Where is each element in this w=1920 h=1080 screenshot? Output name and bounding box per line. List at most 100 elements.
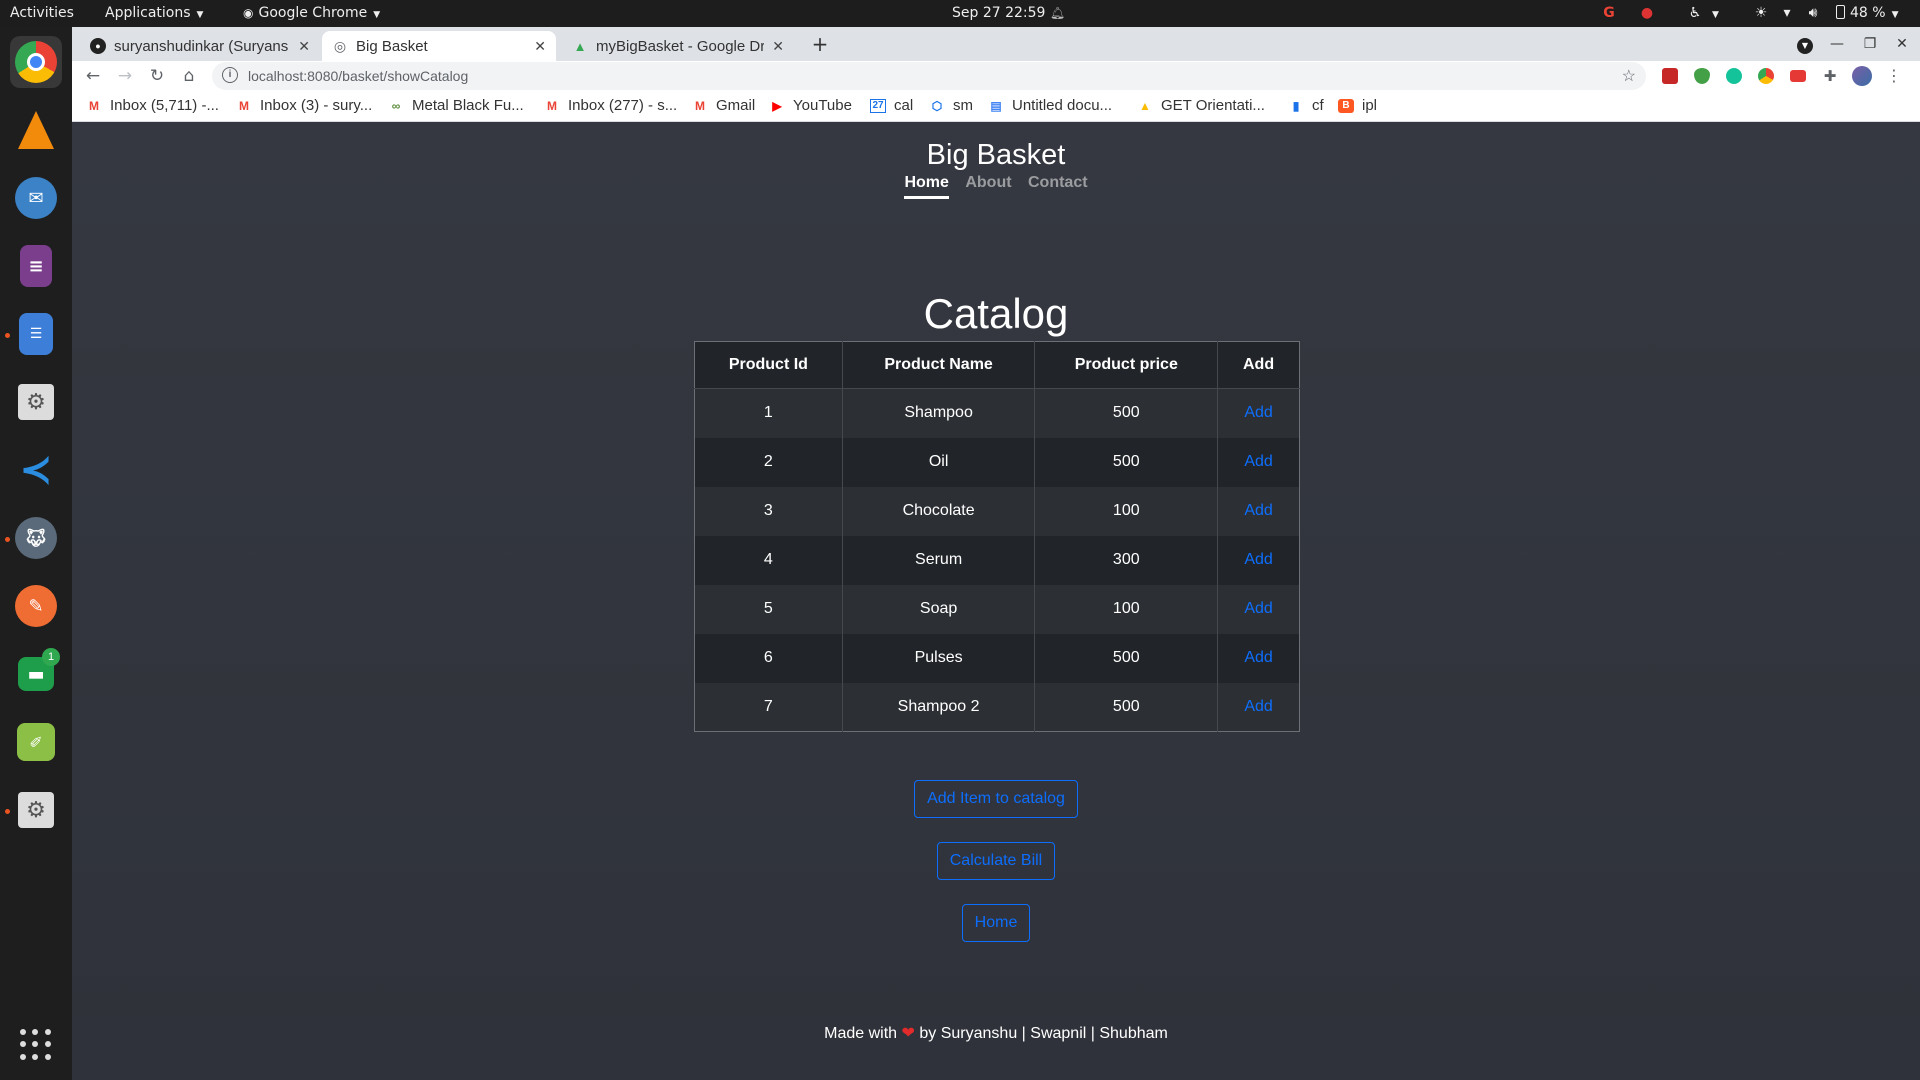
address-bar[interactable]: i localhost:8080/basket/showCatalog ☆ bbox=[212, 62, 1646, 90]
tray-google-icon[interactable]: G bbox=[1598, 0, 1620, 27]
bookmark-item[interactable]: ▮ cf bbox=[1288, 97, 1324, 114]
dock-thunderbird[interactable]: ✉ bbox=[10, 172, 62, 224]
grammarly-icon[interactable] bbox=[1726, 68, 1742, 84]
calculate-bill-button[interactable]: Calculate Bill bbox=[937, 842, 1055, 880]
bookmark-label: Untitled docu... bbox=[1012, 97, 1113, 114]
add-to-bill-link[interactable]: Add bbox=[1244, 649, 1272, 666]
dock-settings-2[interactable]: ⚙ bbox=[10, 784, 62, 836]
drive-icon: ▲ bbox=[573, 38, 587, 54]
new-tab-button[interactable]: + bbox=[807, 31, 833, 57]
battery-icon bbox=[1836, 5, 1845, 19]
bookmark-item[interactable]: M Inbox (277) - s... bbox=[544, 97, 677, 114]
extensions-puzzle-icon[interactable]: ✚ bbox=[1822, 68, 1838, 84]
close-icon[interactable]: ✕ bbox=[534, 38, 546, 55]
add-to-bill-link[interactable]: Add bbox=[1244, 502, 1272, 519]
profile-avatar[interactable] bbox=[1852, 66, 1872, 86]
table-row: 6 Pulses 500 Add bbox=[694, 633, 1300, 683]
tab-search-button[interactable]: ▼ bbox=[1792, 31, 1818, 57]
chrome-menu-icon[interactable]: ⋮ bbox=[1886, 68, 1902, 84]
reload-button[interactable]: ↻ bbox=[144, 63, 170, 89]
back-button[interactable]: ← bbox=[80, 63, 106, 89]
tab-google-drive[interactable]: ▲ myBigBasket - Google Dri ✕ bbox=[562, 31, 794, 61]
postman-icon: ✎ bbox=[15, 585, 57, 627]
extension-shield-icon[interactable] bbox=[1694, 68, 1710, 84]
bookmark-item[interactable]: M Gmail bbox=[692, 97, 755, 114]
nav-home[interactable]: Home bbox=[904, 174, 949, 199]
tray-app-icon[interactable]: ● bbox=[1636, 0, 1658, 27]
tab-big-basket[interactable]: ◎ Big Basket ✕ bbox=[322, 31, 556, 61]
gmail-icon: M bbox=[547, 98, 557, 113]
product-id: 5 bbox=[694, 584, 843, 634]
chrome-window: ● suryanshudinkar (Suryans ✕ ◎ Big Baske… bbox=[72, 27, 1920, 1080]
add-to-bill-link[interactable]: Add bbox=[1244, 453, 1272, 470]
extension-red-icon[interactable] bbox=[1662, 68, 1678, 84]
show-applications-button[interactable] bbox=[20, 1029, 52, 1061]
clock[interactable]: Sep 27 22:59 🔔︎ bbox=[952, 0, 1065, 27]
gmail-icon: M bbox=[239, 98, 249, 113]
dock-chrome[interactable] bbox=[10, 36, 62, 88]
nav-about[interactable]: About bbox=[965, 174, 1011, 196]
applications-menu[interactable]: Applications ▼ bbox=[105, 0, 203, 27]
add-to-bill-link[interactable]: Add bbox=[1244, 698, 1272, 715]
forward-button[interactable]: → bbox=[112, 63, 138, 89]
volume-icon[interactable]: 🔊︎ bbox=[1802, 0, 1824, 27]
dock-text-editor[interactable]: ≡ bbox=[10, 240, 62, 292]
activities-button[interactable]: Activities bbox=[10, 0, 74, 27]
home-button[interactable]: Home bbox=[962, 904, 1030, 942]
youtube-extension-icon[interactable] bbox=[1790, 70, 1806, 82]
close-icon[interactable]: ✕ bbox=[772, 38, 784, 55]
bookmark-label: Inbox (277) - s... bbox=[568, 97, 678, 114]
dock-gimp[interactable]: 🐺︎ bbox=[10, 512, 62, 564]
battery-indicator[interactable]: 48 % ▼ bbox=[1836, 0, 1899, 27]
nav-contact[interactable]: Contact bbox=[1028, 174, 1088, 196]
bookmark-item[interactable]: ⬡ sm bbox=[929, 97, 973, 114]
brightness-icon[interactable]: ☀ bbox=[1750, 0, 1772, 27]
dock-kolourpaint[interactable]: ✐ bbox=[10, 716, 62, 768]
extension-google-icon[interactable] bbox=[1758, 68, 1774, 84]
bookmark-item[interactable]: M Inbox (3) - sury... bbox=[236, 97, 372, 114]
site-info-icon[interactable]: i bbox=[222, 67, 238, 83]
dock-postman[interactable]: ✎ bbox=[10, 580, 62, 632]
app-menu-chrome[interactable]: ◉ Google Chrome ▼ bbox=[243, 0, 380, 27]
accessibility-icon[interactable]: ♿︎ ▼ bbox=[1684, 0, 1719, 27]
bookmark-item[interactable]: ▤ Untitled docu... bbox=[988, 97, 1112, 114]
bookmark-item[interactable]: 27 cal bbox=[870, 97, 913, 114]
add-to-bill-link[interactable]: Add bbox=[1244, 551, 1272, 568]
dock-google-chat[interactable]: ▬ 1 bbox=[10, 648, 62, 700]
add-to-bill-link[interactable]: Add bbox=[1244, 600, 1272, 617]
chrome-small-icon: ◉ bbox=[243, 6, 254, 20]
table-row: 2 Oil 500 Add bbox=[694, 437, 1300, 487]
close-icon[interactable]: ✕ bbox=[298, 38, 310, 55]
bookmark-item[interactable]: Bipl bbox=[1338, 97, 1377, 114]
dock-settings[interactable]: ⚙ bbox=[10, 376, 62, 428]
github-icon: ● bbox=[90, 38, 106, 54]
bookmark-item[interactable]: ▶ YouTube bbox=[769, 97, 852, 114]
dock-vlc[interactable] bbox=[10, 104, 62, 156]
add-to-bill-link[interactable]: Add bbox=[1244, 404, 1272, 421]
home-button[interactable]: ⌂ bbox=[176, 63, 202, 89]
applications-label: Applications bbox=[105, 5, 191, 21]
bookmark-item[interactable]: ∞ Metal Black Fu... bbox=[388, 97, 524, 114]
minimize-button[interactable]: — bbox=[1824, 31, 1850, 57]
restore-button[interactable]: ❐ bbox=[1857, 31, 1883, 57]
product-price: 300 bbox=[1034, 535, 1219, 585]
bookmark-star-icon[interactable]: ☆ bbox=[1622, 66, 1636, 86]
heart-icon: ❤ bbox=[901, 1025, 915, 1042]
footer-made-with: Made with bbox=[824, 1025, 898, 1042]
close-window-button[interactable]: ✕ bbox=[1889, 31, 1915, 57]
main-nav: Home About Contact bbox=[72, 174, 1920, 199]
tab-github[interactable]: ● suryanshudinkar (Suryans ✕ bbox=[80, 31, 320, 61]
product-name: Soap bbox=[842, 584, 1036, 634]
add-item-to-catalog-button[interactable]: Add Item to catalog bbox=[914, 780, 1078, 818]
link-icon: ∞ bbox=[391, 98, 401, 113]
bookmark-item[interactable]: ▲ GET Orientati... bbox=[1137, 97, 1265, 114]
paint-icon: ✐ bbox=[17, 723, 55, 761]
dock-vscode[interactable]: ≺ bbox=[10, 444, 62, 496]
bookmark-item[interactable]: M Inbox (5,711) -... bbox=[86, 97, 219, 114]
wifi-icon[interactable]: ▾ bbox=[1776, 0, 1798, 27]
bookmark-label: Metal Black Fu... bbox=[412, 97, 524, 114]
dock-files[interactable]: ☰ bbox=[10, 308, 62, 360]
vlc-icon bbox=[15, 109, 57, 151]
product-name: Shampoo 2 bbox=[842, 682, 1036, 732]
column-header: Product Name bbox=[842, 341, 1036, 389]
